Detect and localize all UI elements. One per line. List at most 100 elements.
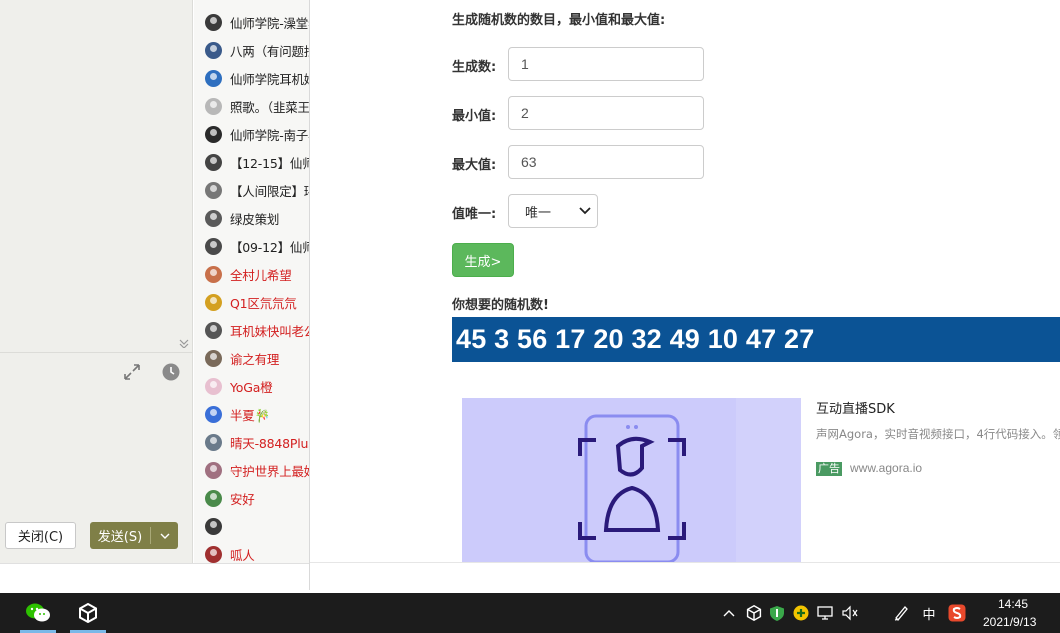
avatar [205, 209, 222, 227]
avatar [205, 97, 222, 115]
member-name: 安好 [230, 491, 255, 507]
ad-description: 声网Agora，实时音视频接口，4行代码接入。领 [816, 427, 1060, 441]
member-name: 仙师学院-南子小 [230, 127, 310, 143]
clock-time[interactable]: 14:45 [996, 597, 1030, 611]
avatar [205, 293, 222, 311]
member-list-item[interactable]: 安好 [194, 484, 310, 512]
wechat-taskbar-button[interactable] [18, 593, 58, 633]
history-clock-icon[interactable] [162, 363, 180, 381]
member-list-item[interactable]: 谕之有理 [194, 344, 310, 372]
avatar [205, 461, 222, 479]
member-list-item[interactable]: 【12-15】仙师 [194, 148, 310, 176]
member-list-item[interactable]: 耳机妹快叫老公 [194, 316, 310, 344]
expand-icon[interactable] [122, 362, 142, 382]
member-name: 绿皮策划 [230, 211, 280, 227]
divider [0, 352, 193, 353]
unity-icon [79, 603, 97, 623]
member-name: 【09-12】仙师 [230, 239, 310, 255]
result-heading: 你想要的随机数! [452, 298, 549, 313]
taskbar: 中 [0, 593, 1060, 633]
member-name: 谕之有理 [230, 351, 280, 367]
member-list-item[interactable]: 全村儿希望 [194, 260, 310, 288]
member-list-item[interactable]: 【人间限定】环 [194, 176, 310, 204]
member-name: 呱人 [230, 547, 255, 563]
member-list-item[interactable]: 仙师学院-南子小 [194, 120, 310, 148]
chevron-up-icon[interactable] [720, 604, 738, 622]
member-name: 【人间限定】环 [230, 183, 310, 199]
send-button-label: 发送(S) [97, 530, 143, 545]
avatar [205, 489, 222, 507]
member-name: 晴天-8848Plus [230, 435, 310, 451]
avatar [205, 517, 222, 535]
member-list-item[interactable]: 晴天-8848Plus [194, 428, 310, 456]
max-label: 最大值: [452, 158, 497, 173]
member-list-item[interactable]: YoGa橙 [194, 372, 310, 400]
member-list-item[interactable]: 仙师学院-澡堂老 [194, 8, 310, 36]
unity-taskbar-button[interactable] [68, 593, 108, 633]
member-name: 全村儿希望 [230, 267, 292, 283]
collapse-chevron-icon[interactable] [178, 338, 190, 348]
ime-indicator[interactable]: 中 [920, 604, 938, 623]
count-input[interactable]: 1 [508, 47, 704, 81]
send-button[interactable]: 发送(S) [90, 522, 178, 549]
chat-input-pane[interactable]: 关闭(C) 发送(S) [0, 0, 193, 563]
member-list-item[interactable]: 半夏🎋 [194, 400, 310, 428]
pen-icon[interactable] [892, 604, 910, 622]
avatar [205, 125, 222, 143]
avatar [205, 69, 222, 87]
member-list-item[interactable]: 【09-12】仙师 [194, 232, 310, 260]
ad-url[interactable]: www.agora.io [850, 461, 922, 475]
generate-button[interactable]: 生成> [452, 243, 514, 277]
member-name: 仙师学院-澡堂老 [230, 15, 310, 31]
avatar [205, 181, 222, 199]
wechat-icon [26, 603, 50, 622]
avatar [205, 349, 222, 367]
unique-select[interactable]: 唯一 [508, 194, 598, 228]
member-name: 照歌。（韭菜王 [230, 99, 310, 115]
member-list-item[interactable]: 呱人 [194, 540, 310, 563]
volume-muted-icon[interactable] [841, 604, 859, 622]
min-input[interactable]: 2 [508, 96, 704, 130]
max-input[interactable]: 63 [508, 145, 704, 179]
unique-select-value: 唯一 [525, 205, 552, 221]
member-list-item[interactable]: 仙师学院耳机妹 [194, 64, 310, 92]
result-numbers: 45 3 56 17 20 32 49 10 47 27 [452, 317, 1060, 362]
avatar [205, 237, 222, 255]
avatar [205, 321, 222, 339]
avatar [205, 377, 222, 395]
close-button[interactable]: 关闭(C) [5, 522, 76, 549]
ad-title[interactable]: 互动直播SDK [816, 398, 895, 417]
chevron-down-icon [579, 207, 591, 215]
member-name: YoGa橙 [230, 379, 273, 395]
shield-icon[interactable] [768, 604, 786, 622]
avatar [205, 153, 222, 171]
unity-tray-icon[interactable] [745, 604, 763, 622]
member-name: 八两（有问题找 [230, 43, 310, 59]
window-bottom-strip [0, 563, 309, 590]
clock-date[interactable]: 2021/9/13 [983, 615, 1036, 629]
security-plus-icon[interactable] [792, 604, 810, 622]
member-list-item[interactable]: 八两（有问题找 [194, 36, 310, 64]
member-list-item[interactable]: Q1区氘氘氘 [194, 288, 310, 316]
member-list-item[interactable]: 照歌。（韭菜王 [194, 92, 310, 120]
form-heading: 生成随机数的数目，最小值和最大值: [452, 13, 666, 28]
member-name: Q1区氘氘氘 [230, 295, 297, 311]
min-label: 最小值: [452, 109, 497, 124]
member-name: 仙师学院耳机妹 [230, 71, 310, 87]
ad-image[interactable] [462, 398, 801, 563]
chevron-down-icon[interactable] [151, 533, 178, 539]
network-icon[interactable] [816, 604, 834, 622]
member-list-item[interactable]: 守护世界上最好 [194, 456, 310, 484]
sogou-icon[interactable] [948, 604, 966, 622]
member-list[interactable]: 仙师学院-澡堂老八两（有问题找仙师学院耳机妹照歌。（韭菜王仙师学院-南子小【12… [194, 0, 310, 563]
member-name: 耳机妹快叫老公 [230, 323, 310, 339]
browser-page: 生成随机数的数目，最小值和最大值: 生成数: 1 最小值: 2 最大值: 63 … [309, 0, 1060, 590]
ad-badge: 广告 [816, 462, 842, 476]
member-list-item[interactable] [194, 512, 310, 540]
member-name: 【12-15】仙师 [230, 155, 310, 171]
member-list-item[interactable]: 绿皮策划 [194, 204, 310, 232]
avatar [205, 405, 222, 423]
divider [310, 562, 1060, 563]
avatar [205, 13, 222, 31]
unique-label: 值唯一: [452, 207, 497, 222]
